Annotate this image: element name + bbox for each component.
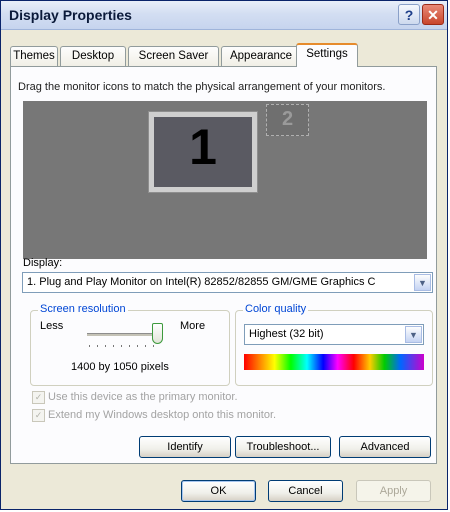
screen-resolution-legend: Screen resolution xyxy=(38,303,128,315)
advanced-button[interactable]: Advanced xyxy=(339,436,431,458)
tab-themes[interactable]: Themes xyxy=(10,46,58,66)
title-bar[interactable]: Display Properties ? ✕ xyxy=(1,1,447,30)
apply-button[interactable]: Apply xyxy=(356,480,431,502)
monitor-1-icon[interactable]: 1 xyxy=(148,111,258,193)
display-dropdown[interactable]: 1. Plug and Play Monitor on Intel(R) 828… xyxy=(22,272,433,293)
monitor-1-number: 1 xyxy=(189,119,217,175)
less-label: Less xyxy=(40,320,64,332)
tab-appearance[interactable]: Appearance xyxy=(221,46,301,66)
resolution-slider-track[interactable] xyxy=(87,333,161,336)
window-title: Display Properties xyxy=(9,7,132,23)
color-spectrum-preview xyxy=(244,354,424,370)
cancel-button[interactable]: Cancel xyxy=(268,480,343,502)
color-quality-legend: Color quality xyxy=(243,303,309,315)
screen-resolution-group: Screen resolution Less More 1400 by 1050… xyxy=(30,303,230,386)
identify-button[interactable]: Identify xyxy=(139,436,231,458)
help-icon[interactable]: ? xyxy=(398,4,420,25)
display-properties-window: Display Properties ? ✕ Themes Desktop Sc… xyxy=(0,0,448,510)
primary-monitor-label: Use this device as the primary monitor. xyxy=(48,391,238,403)
resolution-value: 1400 by 1050 pixels xyxy=(71,361,169,373)
color-quality-group: Color quality Highest (32 bit) ▼ xyxy=(235,303,433,386)
instructions-text: Drag the monitor icons to match the phys… xyxy=(18,81,386,93)
tab-settings[interactable]: Settings xyxy=(296,43,358,67)
more-label: More xyxy=(180,320,206,332)
extend-desktop-label: Extend my Windows desktop onto this moni… xyxy=(48,409,277,421)
display-dropdown-value: 1. Plug and Play Monitor on Intel(R) 828… xyxy=(27,276,376,288)
tab-desktop[interactable]: Desktop xyxy=(60,46,126,66)
resolution-slider-thumb[interactable] xyxy=(152,323,163,344)
color-quality-value: Highest (32 bit) xyxy=(249,328,324,340)
checkmark-icon[interactable]: ✓ xyxy=(32,409,45,422)
dropdown-arrow-icon[interactable]: ▼ xyxy=(405,326,422,343)
settings-panel: Drag the monitor icons to match the phys… xyxy=(10,66,437,464)
monitor-arrangement-area[interactable]: 1 2 xyxy=(23,101,427,259)
tab-screen-saver[interactable]: Screen Saver xyxy=(128,46,219,66)
dropdown-arrow-icon[interactable]: ▼ xyxy=(414,274,431,291)
checkmark-icon[interactable]: ✓ xyxy=(32,391,45,404)
troubleshoot-button[interactable]: Troubleshoot... xyxy=(235,436,331,458)
resolution-slider-ticks xyxy=(89,345,159,347)
display-label: Display: xyxy=(23,257,63,269)
monitor-2-number: 2 xyxy=(281,108,294,130)
close-icon[interactable]: ✕ xyxy=(422,4,444,25)
ok-button[interactable]: OK xyxy=(181,480,256,502)
monitor-2-icon[interactable]: 2 xyxy=(266,104,309,136)
color-quality-dropdown[interactable]: Highest (32 bit) ▼ xyxy=(244,324,424,345)
